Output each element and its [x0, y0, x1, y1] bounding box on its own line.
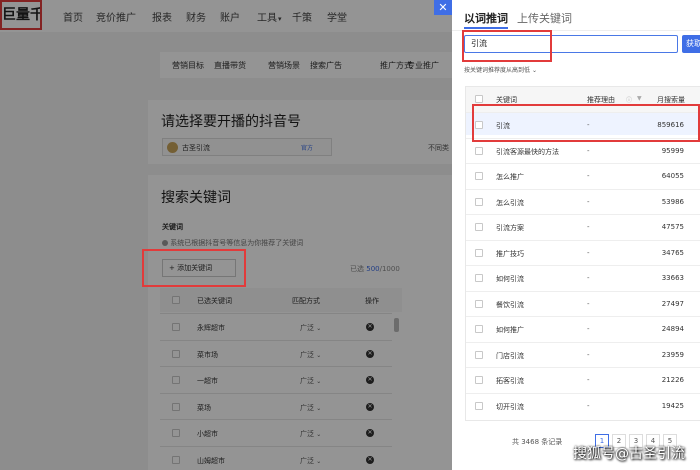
search-volume: 53986	[661, 197, 684, 206]
search-volume: 24894	[661, 325, 684, 333]
reason-text: -	[587, 172, 590, 180]
row-checkbox[interactable]	[475, 325, 483, 333]
row-checkbox[interactable]	[475, 172, 483, 180]
search-volume: 19425	[661, 401, 684, 410]
keyword-text: 怎么推广	[496, 173, 524, 181]
keyword-text: 怎么引流	[496, 198, 524, 207]
tab-divider	[452, 30, 700, 31]
search-volume: 64055	[661, 172, 684, 180]
reason-text: -	[587, 401, 590, 410]
table-row[interactable]: 如何引流 - 33663	[466, 265, 700, 288]
reason-text: -	[587, 248, 590, 257]
keyword-text: 餐饮引流	[496, 300, 524, 309]
header-volume: 月搜索量	[657, 96, 685, 104]
help-icon[interactable]: ⓘ	[626, 95, 632, 104]
row-checkbox[interactable]	[475, 274, 483, 282]
search-volume: 21226	[661, 376, 684, 384]
keyword-text: 推广技巧	[496, 249, 524, 258]
table-row[interactable]: 推广技巧 - 34765	[466, 239, 700, 263]
table-row[interactable]: 餐饮引流 - 27497	[466, 290, 700, 314]
total-records: 共 3468 条记录	[512, 438, 563, 446]
keyword-text: 引流	[496, 122, 510, 130]
keyword-search-input[interactable]: 引流	[464, 35, 678, 53]
keyword-text: 拓客引流	[496, 377, 524, 385]
row-checkbox[interactable]	[475, 248, 483, 257]
table-row[interactable]: 引流客源最快的方法 - 95999	[466, 137, 700, 161]
keyword-text: 门店引流	[496, 351, 524, 360]
table-row[interactable]: 引流方案 - 47575	[466, 214, 700, 237]
row-checkbox[interactable]	[475, 223, 483, 231]
tab-word-recommend[interactable]: 以词推词	[464, 10, 508, 26]
table-row[interactable]: 切开引流 - 19425	[466, 392, 700, 416]
reason-text: -	[587, 325, 590, 333]
row-checkbox[interactable]	[475, 121, 483, 129]
recommend-table: 关键词 推荐理由 ⓘ ▼ 月搜索量 引流 - 859616 引流客源最快的方法 - 959…	[465, 86, 700, 421]
reason-text: -	[587, 223, 590, 231]
tab-upload-keywords[interactable]: 上传关键词	[517, 10, 572, 26]
search-volume: 33663	[661, 274, 684, 282]
header-keyword: 关键词	[496, 96, 517, 104]
table-row[interactable]: 拓客引流 - 21226	[466, 367, 700, 390]
chevron-down-icon: ⌄	[531, 67, 537, 74]
keyword-text: 引流客源最快的方法	[496, 147, 559, 156]
keyword-text: 切开引流	[496, 402, 524, 411]
search-volume: 34765	[661, 248, 684, 257]
reason-text: -	[587, 146, 590, 155]
header-reason: 推荐理由	[587, 96, 615, 104]
row-checkbox[interactable]	[475, 299, 483, 308]
reason-text: -	[587, 376, 590, 384]
active-tab-indicator	[464, 27, 508, 29]
search-volume: 27497	[661, 299, 684, 308]
table-row[interactable]: 怎么引流 - 53986	[466, 188, 700, 212]
filter-icon[interactable]: ▼	[637, 95, 642, 102]
select-all-checkbox[interactable]	[475, 95, 483, 103]
modal-overlay	[0, 0, 452, 470]
watermark: 搜狐号@古圣引流	[573, 446, 685, 462]
sort-dropdown[interactable]: 按关键词推荐度从高到低 ⌄	[464, 65, 537, 74]
row-checkbox[interactable]	[475, 401, 483, 410]
reason-text: -	[587, 299, 590, 308]
table-row[interactable]: 怎么推广 - 64055	[466, 163, 700, 186]
row-checkbox[interactable]	[475, 376, 483, 384]
search-volume: 47575	[661, 223, 684, 231]
main-page: 首页竞价推广报表财务账户工具▾千策学堂 巨量千川 营销目标直播带货营销场景搜索广…	[0, 0, 452, 470]
table-row[interactable]: 引流 - 859616	[466, 112, 700, 135]
keyword-text: 如何引流	[496, 275, 524, 283]
keyword-text: 引流方案	[496, 224, 524, 232]
reason-text: -	[587, 121, 590, 129]
table-row[interactable]: 如何推广 - 24894	[466, 316, 700, 339]
search-volume: 859616	[657, 121, 684, 129]
search-volume: 23959	[661, 350, 684, 359]
close-icon[interactable]: ✕	[434, 0, 452, 15]
row-checkbox[interactable]	[475, 146, 483, 155]
reason-text: -	[587, 197, 590, 206]
recommend-table-header: 关键词 推荐理由 ⓘ ▼ 月搜索量	[466, 87, 700, 112]
row-checkbox[interactable]	[475, 350, 483, 359]
reason-text: -	[587, 350, 590, 359]
table-row[interactable]: 门店引流 - 23959	[466, 341, 700, 365]
keyword-text: 如何推广	[496, 326, 524, 334]
search-volume: 95999	[661, 146, 684, 155]
get-button[interactable]: 获取	[682, 35, 700, 53]
row-checkbox[interactable]	[475, 197, 483, 206]
reason-text: -	[587, 274, 590, 282]
